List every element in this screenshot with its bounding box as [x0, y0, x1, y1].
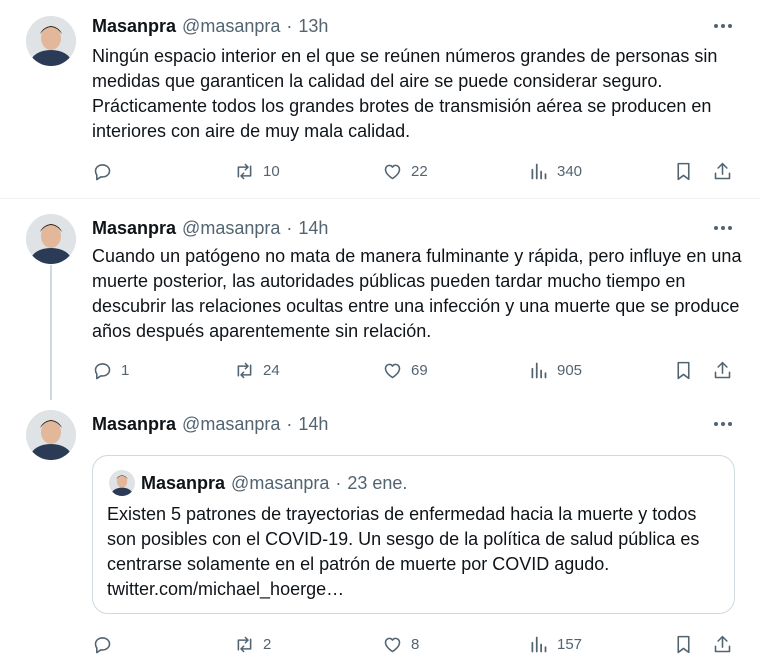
avatar-image	[26, 16, 76, 66]
bookmark-icon	[677, 361, 690, 379]
timestamp[interactable]: 14h	[298, 414, 328, 435]
bookmark-button[interactable]	[673, 629, 694, 659]
like-count: 69	[411, 361, 428, 379]
author-name[interactable]: Masanpra	[92, 16, 176, 37]
separator-dot: ·	[286, 217, 293, 238]
separator-dot: ·	[286, 413, 293, 434]
tweet-2[interactable]: Masanpra @masanpra · 14h Cuando un patóg…	[0, 199, 760, 400]
reply-bubble-icon	[94, 362, 111, 379]
tweet-1[interactable]: Masanpra @masanpra · 13h Ningún espacio …	[0, 0, 760, 198]
bookmark-button[interactable]	[673, 355, 694, 385]
share-upload-icon	[714, 361, 731, 378]
action-bar: 2 8 157	[0, 629, 760, 659]
retweet-button[interactable]: 2	[234, 629, 271, 659]
like-button[interactable]: 69	[382, 355, 428, 385]
retweet-button[interactable]: 10	[234, 156, 280, 186]
more-options-button[interactable]	[710, 414, 736, 434]
tweet-header: Masanpra @masanpra · 13h	[92, 14, 328, 38]
quoted-avatar	[109, 470, 135, 496]
more-options-button[interactable]	[710, 218, 736, 238]
bookmark-icon	[677, 635, 690, 653]
more-horizontal-icon	[714, 24, 732, 28]
views-button[interactable]: 905	[528, 355, 582, 385]
avatar[interactable]	[26, 16, 76, 66]
quoted-timestamp: 23 ene.	[347, 472, 408, 493]
author-name[interactable]: Masanpra	[92, 218, 176, 239]
action-bar: 10 22 340	[0, 156, 760, 186]
reply-button[interactable]	[92, 629, 121, 659]
author-handle[interactable]: @masanpra	[182, 218, 280, 239]
share-button[interactable]	[712, 629, 733, 659]
avatar[interactable]	[26, 410, 76, 460]
like-count: 8	[411, 635, 420, 653]
reply-count: 1	[121, 361, 130, 379]
retweet-arrows-icon	[237, 636, 252, 652]
author-handle[interactable]: @masanpra	[182, 16, 280, 37]
tweet-text: Ningún espacio interior en el que se reú…	[92, 46, 718, 141]
quoted-header: Masanpra @masanpra · 23 ene.	[141, 471, 407, 495]
more-horizontal-icon	[714, 226, 732, 230]
timestamp[interactable]: 13h	[298, 16, 328, 37]
author-name[interactable]: Masanpra	[92, 414, 176, 435]
quoted-text: Existen 5 patrones de trayectorias de en…	[107, 504, 700, 599]
heart-icon	[384, 363, 401, 378]
share-button[interactable]	[712, 355, 733, 385]
timestamp[interactable]: 14h	[298, 218, 328, 239]
reply-button[interactable]	[92, 156, 121, 186]
retweet-arrows-icon	[237, 362, 252, 378]
action-bar: 1 24 69 905	[0, 355, 760, 385]
views-button[interactable]: 340	[528, 156, 582, 186]
avatar-image	[26, 410, 76, 460]
reply-bubble-icon	[94, 636, 111, 653]
reply-button[interactable]: 1	[92, 355, 129, 385]
views-count: 905	[557, 361, 583, 379]
separator-dot: ·	[335, 472, 342, 493]
separator-dot: ·	[286, 15, 293, 36]
reply-bubble-icon	[94, 163, 111, 180]
retweet-count: 24	[263, 361, 280, 379]
bookmark-button[interactable]	[673, 156, 694, 186]
like-count: 22	[411, 162, 428, 180]
more-options-button[interactable]	[710, 16, 736, 36]
tweet-header: Masanpra @masanpra · 14h	[92, 412, 328, 436]
retweet-count: 2	[263, 635, 272, 653]
retweet-arrows-icon	[237, 163, 252, 179]
views-bar-chart-icon	[531, 362, 547, 378]
tweet-header: Masanpra @masanpra · 14h	[92, 216, 328, 240]
more-horizontal-icon	[714, 422, 732, 426]
views-count: 340	[557, 162, 583, 180]
views-bar-chart-icon	[531, 163, 547, 179]
views-button[interactable]: 157	[528, 629, 582, 659]
retweet-button[interactable]: 24	[234, 355, 280, 385]
like-button[interactable]: 8	[382, 629, 419, 659]
avatar-image	[109, 470, 135, 496]
quoted-author-handle: @masanpra	[231, 472, 330, 493]
views-bar-chart-icon	[531, 636, 547, 652]
heart-icon	[384, 637, 401, 652]
heart-icon	[384, 164, 401, 179]
views-count: 157	[557, 635, 583, 653]
share-button[interactable]	[712, 156, 733, 186]
bookmark-icon	[677, 162, 690, 180]
quoted-tweet[interactable]: Masanpra @masanpra · 23 ene. Existen 5 p…	[92, 455, 735, 614]
avatar[interactable]	[26, 214, 76, 264]
share-upload-icon	[714, 635, 731, 652]
quoted-author-name: Masanpra	[141, 472, 226, 493]
like-button[interactable]: 22	[382, 156, 428, 186]
share-upload-icon	[714, 162, 731, 179]
tweet-3[interactable]: Masanpra @masanpra · 14h Masanpra @masan…	[0, 399, 760, 668]
tweet-text: Cuando un patógeno no mata de manera ful…	[92, 246, 742, 341]
avatar-image	[26, 214, 76, 264]
retweet-count: 10	[263, 162, 280, 180]
author-handle[interactable]: @masanpra	[182, 414, 280, 435]
